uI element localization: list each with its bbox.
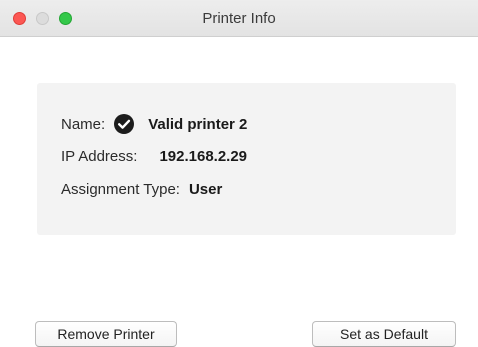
set-as-default-button[interactable]: Set as Default [312,321,456,347]
printer-name-value: Valid printer 2 [148,115,248,133]
ip-address-value: 192.168.2.29 [159,148,248,165]
assignment-type-row: Assignment Type: User [61,181,222,198]
printer-details-panel: Name: Valid printer 2 IP Address: 192.16… [37,83,456,235]
title-bar[interactable]: Printer Info [0,0,478,37]
printer-name-row: Name: Valid printer 2 [61,114,247,134]
assignment-type-value: User [188,181,223,198]
assignment-type-label: Assignment Type: [61,181,180,198]
printer-name-label: Name: [61,115,106,133]
window-title: Printer Info [202,10,276,27]
check-circle-icon [114,114,135,134]
printer-info-window: Printer Info Name: Valid printer 2 IP Ad… [0,0,478,347]
remove-printer-button[interactable]: Remove Printer [35,321,177,347]
ip-address-row: IP Address: 192.168.2.29 [61,148,247,165]
ip-address-label: IP Address: [61,148,138,165]
